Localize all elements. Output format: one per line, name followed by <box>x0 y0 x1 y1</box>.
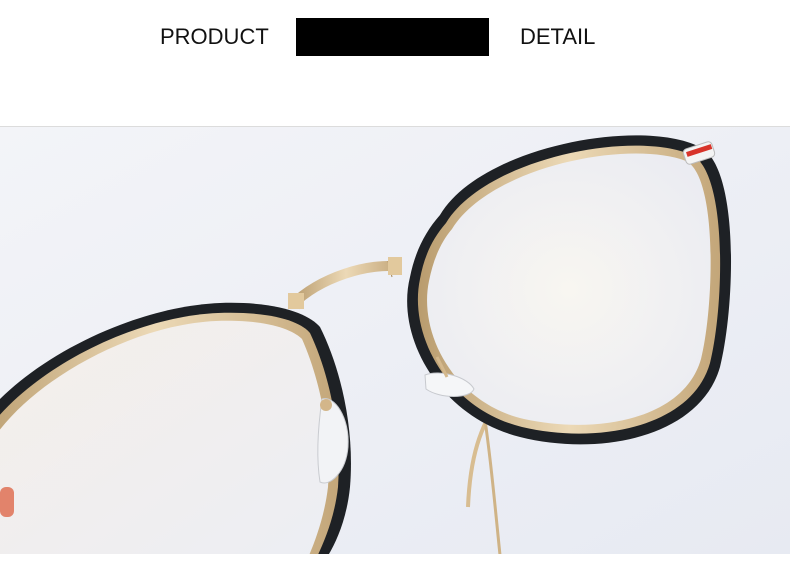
title-product: PRODUCT <box>160 24 269 49</box>
header: PRODUCT DETAIL <box>0 0 790 126</box>
eyeglasses-illustration <box>0 127 790 555</box>
left-hinge-peek <box>0 487 14 517</box>
title-detail: DETAIL <box>520 24 596 49</box>
title-divider-bar <box>296 18 489 56</box>
product-photo <box>0 126 790 555</box>
footer-strip <box>0 554 790 567</box>
